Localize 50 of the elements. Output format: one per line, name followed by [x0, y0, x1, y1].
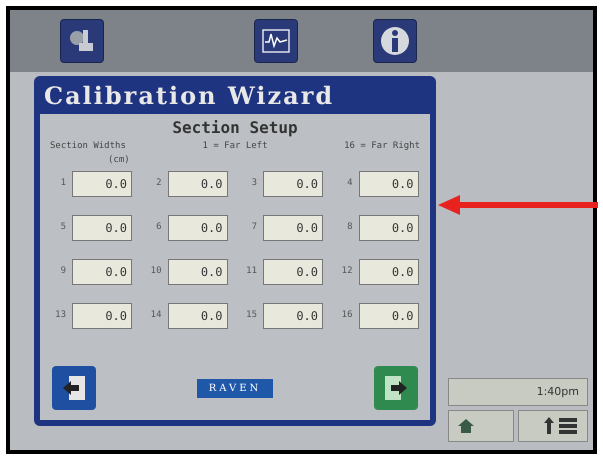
width-field[interactable]: 0.0 — [263, 303, 323, 329]
width-field[interactable]: 0.0 — [263, 215, 323, 241]
brand-logo: RAVEN — [196, 378, 274, 398]
home-button[interactable] — [448, 410, 514, 442]
width-field[interactable]: 0.0 — [72, 259, 132, 285]
width-field[interactable]: 0.0 — [358, 215, 418, 241]
section-number: 3 — [250, 177, 257, 190]
width-field[interactable]: 0.0 — [168, 259, 228, 285]
header-label: 16 = Far Right — [344, 140, 420, 153]
next-button[interactable] — [374, 366, 418, 410]
up-arrow-list-icon — [543, 416, 579, 436]
header-label: Section Widths — [50, 140, 126, 153]
section-number: 12 — [340, 265, 352, 278]
section-number: 5 — [60, 221, 66, 234]
width-field[interactable]: 0.0 — [72, 171, 132, 197]
width-field[interactable]: 0.0 — [263, 171, 323, 197]
section-number: 10 — [150, 265, 162, 278]
chart-icon[interactable] — [254, 19, 298, 63]
width-field[interactable]: 0.0 — [168, 303, 228, 329]
section-number: 15 — [245, 309, 257, 322]
width-field[interactable]: 0.0 — [168, 171, 228, 197]
width-field[interactable]: 0.0 — [358, 303, 418, 329]
width-field[interactable]: 0.0 — [263, 259, 323, 285]
section-number: 13 — [54, 309, 66, 322]
unit-label: (cm) — [108, 154, 131, 166]
width-field[interactable]: 0.0 — [72, 303, 132, 329]
home-icon — [457, 418, 475, 434]
section-number: 7 — [250, 221, 257, 234]
section-number: 16 — [340, 309, 352, 322]
section-number: 8 — [346, 221, 352, 234]
next-arrow-icon — [383, 374, 409, 402]
section-number: 6 — [155, 221, 162, 234]
section-number: 9 — [60, 265, 66, 278]
header-label: 1 = Far Left — [202, 140, 268, 153]
menu-up-button[interactable] — [518, 410, 588, 442]
width-field[interactable]: 0.0 — [358, 259, 418, 285]
section-number: 2 — [155, 177, 162, 190]
section-number: 1 — [60, 177, 66, 190]
width-field[interactable]: 0.0 — [72, 215, 132, 241]
back-button[interactable] — [52, 366, 96, 410]
section-number: 14 — [150, 309, 162, 322]
section-number: 11 — [245, 265, 257, 278]
back-arrow-icon — [61, 374, 87, 402]
section-number: 4 — [346, 177, 352, 190]
width-field[interactable]: 0.0 — [168, 215, 228, 241]
info-icon[interactable] — [373, 19, 417, 63]
time-display: 1:40pm — [448, 378, 588, 406]
width-field[interactable]: 0.0 — [358, 171, 418, 197]
section-heading: Section Setup — [171, 117, 299, 139]
dialog-title: Calibration Wizard — [43, 82, 336, 110]
